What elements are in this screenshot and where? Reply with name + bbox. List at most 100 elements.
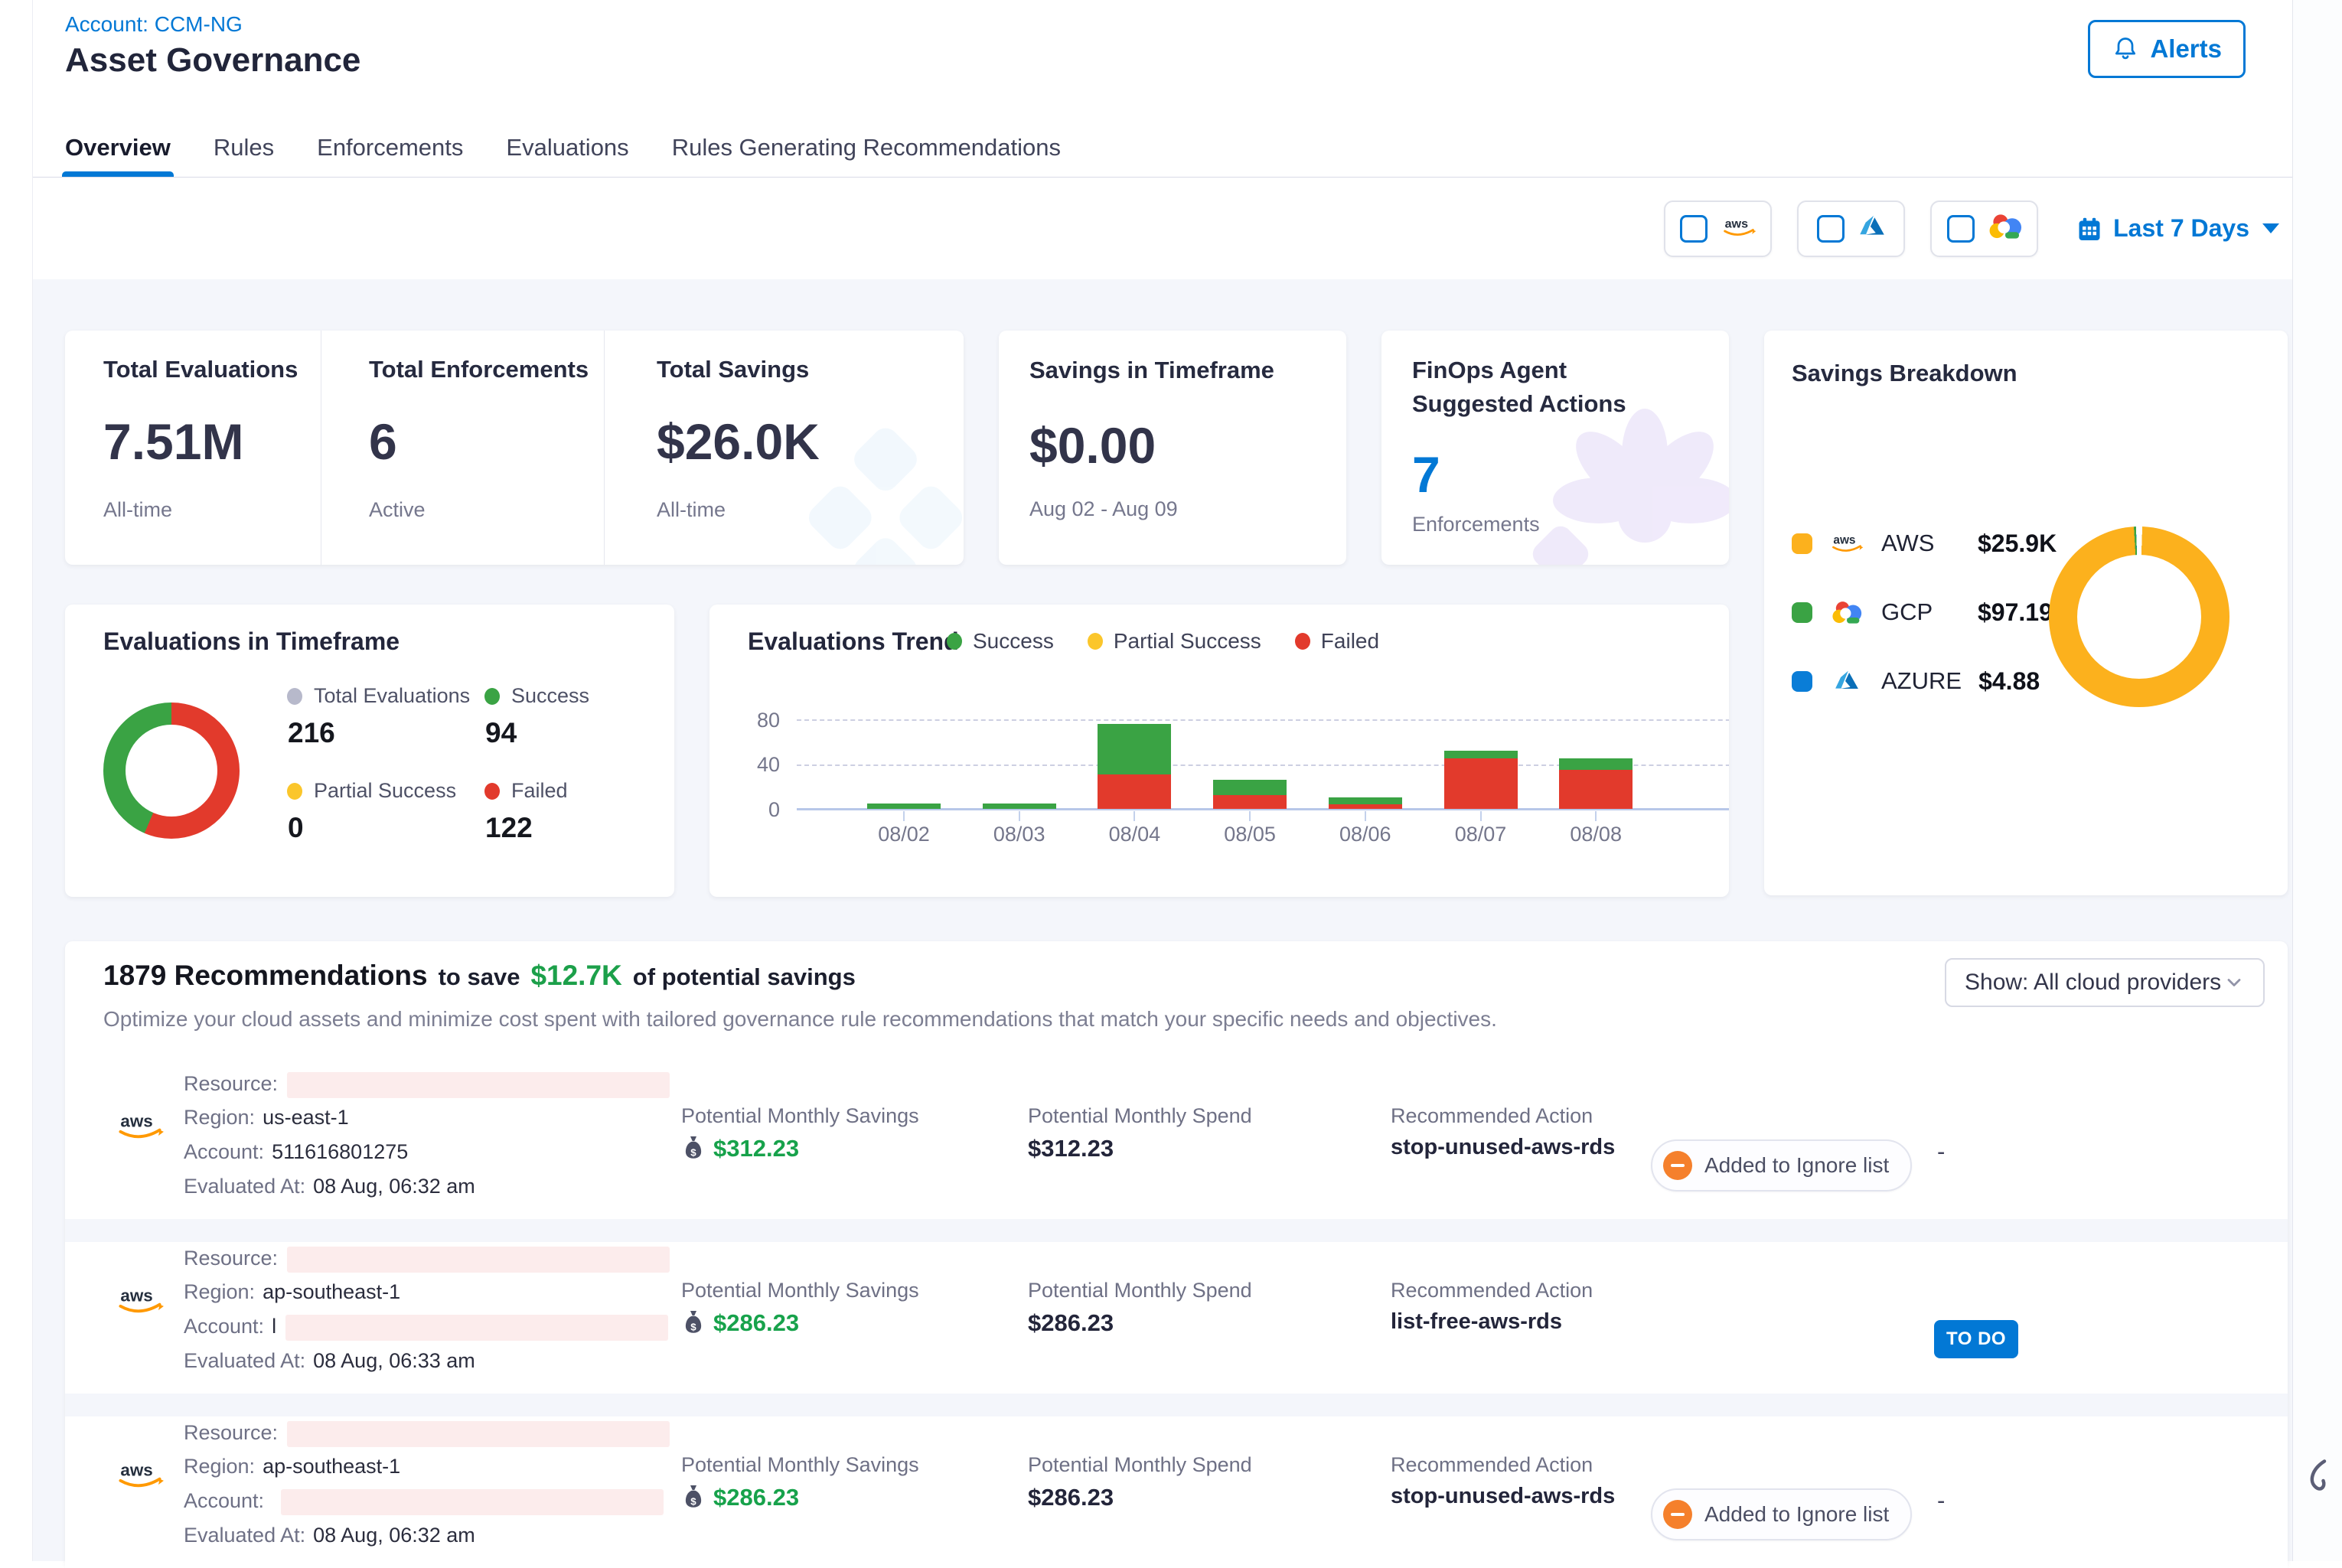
money-bag-icon: $ — [681, 1135, 706, 1162]
redacted-resource — [287, 1421, 670, 1447]
gcp-logo-icon — [1988, 213, 2022, 240]
legend-dot — [287, 783, 302, 800]
finops-agent-count: 7 — [1412, 445, 1440, 504]
eval-legend-total-evaluations: Total Evaluations216 — [287, 684, 470, 749]
provider-filter-gcp[interactable] — [1930, 200, 2038, 257]
x-axis-label-0802: 08/02 — [850, 823, 957, 846]
legend-swatch — [1792, 671, 1812, 692]
chevron-down-icon — [2223, 972, 2245, 993]
trend-bar-0806 — [1329, 797, 1402, 809]
todo-status-badge[interactable]: TO DO — [1934, 1320, 2018, 1358]
spend-column-label: Potential Monthly Spend — [1028, 1104, 1252, 1128]
minus-circle-icon — [1663, 1500, 1692, 1529]
finops-agent-sub: Enforcements — [1412, 513, 1540, 536]
recommendation-row[interactable]: aws Resource: Region:us-east-1 Account:5… — [65, 1068, 2288, 1219]
eval-legend-head: Total Evaluations — [287, 684, 470, 708]
gcp-checkbox[interactable] — [1947, 215, 1975, 243]
redacted-account — [285, 1315, 668, 1341]
x-axis-tick — [1019, 811, 1020, 821]
bell-icon — [2112, 35, 2139, 63]
account-breadcrumb-link[interactable]: Account: CCM-NG — [65, 12, 243, 37]
savings-column-label: Potential Monthly Savings — [681, 1453, 919, 1477]
page-title: Asset Governance — [65, 41, 360, 80]
azure-logo-icon — [1834, 668, 1860, 694]
recommendation-row[interactable]: aws Resource: Region:ap-southeast-1 Acco… — [65, 1242, 2288, 1394]
row-separator — [65, 1394, 2288, 1416]
recommendations-subtitle: Optimize your cloud assets and minimize … — [103, 1007, 1497, 1032]
x-axis-tick — [1595, 811, 1597, 821]
eval-legend-head: Partial Success — [287, 779, 456, 803]
legend-swatch — [1792, 602, 1812, 623]
savings-timeframe-card: Savings in Timeframe $0.00 Aug 02 - Aug … — [999, 331, 1346, 565]
x-axis-label-0803: 08/03 — [966, 823, 1073, 846]
cloud-provider-filter-select[interactable]: Show: All cloud providers — [1945, 958, 2265, 1007]
savings-column-value: $ $312.23 — [681, 1135, 799, 1162]
recommendations-savings-amount: $12.7K — [530, 960, 621, 992]
stat-label: Total Evaluations — [103, 356, 321, 383]
eval-legend-failed: Failed122 — [484, 779, 568, 844]
aws-checkbox[interactable] — [1680, 215, 1708, 243]
redacted-account — [281, 1489, 664, 1515]
breakdown-legend-aws: aws AWS$25.9K — [1792, 523, 2057, 563]
added-to-ignore-list-badge[interactable]: Added to Ignore list — [1651, 1139, 1912, 1191]
savings-timeframe-label: Savings in Timeframe — [1029, 354, 1274, 387]
added-to-ignore-list-badge[interactable]: Added to Ignore list — [1651, 1488, 1912, 1540]
alerts-button[interactable]: Alerts — [2088, 20, 2246, 78]
right-rail — [2292, 0, 2342, 1561]
savings-column-label: Potential Monthly Savings — [681, 1279, 919, 1302]
savings-breakdown-donut — [2049, 526, 2229, 707]
trend-legend-success: Success — [947, 629, 1054, 654]
gcp-logo — [1829, 600, 1864, 625]
evaluations-trend-title: Evaluations Trend — [748, 628, 959, 656]
recommendations-count: 1879 — [103, 960, 166, 991]
bar-segment-success — [1098, 724, 1171, 774]
provider-filter-azure[interactable] — [1797, 200, 1905, 257]
filter-bar: aws Last 7 Days — [33, 178, 2293, 279]
svg-text:$: $ — [690, 1495, 696, 1507]
recommendation-row[interactable]: aws Resource: Region:ap-southeast-1 Acco… — [65, 1416, 2288, 1568]
tab-rules[interactable]: Rules — [214, 119, 274, 177]
spend-column-value: $286.23 — [1028, 1484, 1114, 1511]
bar-segment-failed — [1213, 795, 1287, 809]
azure-logo — [1829, 668, 1864, 694]
legend-provider-value: $4.88 — [1978, 667, 2040, 696]
tab-enforcements[interactable]: Enforcements — [317, 119, 463, 177]
eval-legend-label: Success — [511, 684, 589, 708]
harness-watermark-icon — [786, 427, 964, 565]
trend-legend-failed: Failed — [1295, 629, 1379, 654]
legend-dot — [1088, 633, 1103, 650]
tab-evaluations[interactable]: Evaluations — [506, 119, 628, 177]
row-separator — [65, 1219, 2288, 1242]
spend-column-value: $312.23 — [1028, 1135, 1114, 1162]
savings-timeframe-daterange: Aug 02 - Aug 09 — [1029, 497, 1178, 521]
savings-column-value: $ $286.23 — [681, 1309, 799, 1337]
recommendations-header: 1879 Recommendations to save $12.7K of p… — [65, 941, 2288, 1068]
trend-bar-0803 — [983, 804, 1056, 809]
savings-breakdown-title: Savings Breakdown — [1792, 360, 2017, 387]
azure-checkbox[interactable] — [1817, 215, 1845, 243]
tab-bar: Overview Rules Enforcements Evaluations Rule… — [33, 119, 2293, 178]
savings-column-value: $ $286.23 — [681, 1484, 799, 1511]
action-column-label: Recommended Action — [1391, 1104, 1593, 1128]
stat-value: 6 — [369, 412, 604, 471]
evaluations-trend-legend: SuccessPartial SuccessFailed — [947, 629, 1379, 654]
aws-logo: aws — [116, 1459, 165, 1494]
eval-legend-label: Failed — [511, 779, 568, 803]
date-range-selector[interactable]: Last 7 Days — [2076, 214, 2279, 243]
provider-filter-aws[interactable]: aws — [1664, 200, 1772, 257]
eval-legend-value: 0 — [288, 812, 456, 844]
evaluations-timeframe-title: Evaluations in Timeframe — [103, 628, 400, 656]
gcp-logo-icon — [1832, 600, 1862, 625]
x-axis-label-0805: 08/05 — [1196, 823, 1303, 846]
x-axis-tick — [1365, 811, 1366, 821]
eval-legend-head: Failed — [484, 779, 568, 803]
y-axis-label-0: 0 — [737, 798, 780, 822]
provider-filter-group: aws — [1664, 200, 2038, 257]
x-axis-label-0807: 08/07 — [1427, 823, 1535, 846]
tab-overview[interactable]: Overview — [65, 119, 171, 177]
tab-rules-generating-recommendations[interactable]: Rules Generating Recommendations — [672, 119, 1061, 177]
money-bag-icon: $ — [681, 1309, 706, 1337]
stat-sub: Active — [369, 498, 604, 522]
bar-segment-success — [983, 804, 1056, 809]
eval-legend-label: Total Evaluations — [314, 684, 470, 708]
